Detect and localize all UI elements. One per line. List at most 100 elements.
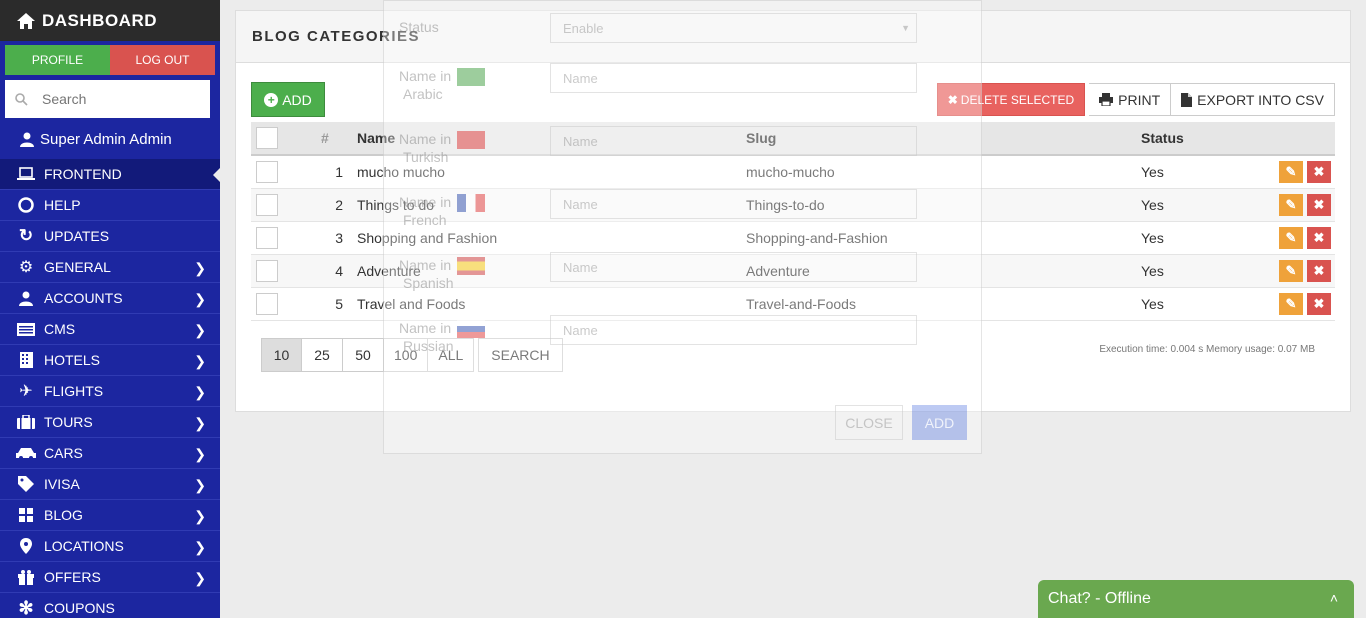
row-name: Adventure	[357, 254, 746, 288]
plus-circle-icon: +	[264, 92, 279, 107]
select-all-checkbox[interactable]	[256, 127, 278, 149]
row-number: 1	[321, 155, 357, 189]
building-icon	[16, 352, 36, 368]
row-slug: Travel-and-Foods	[746, 287, 1141, 321]
sidebar-item-help[interactable]: HELP	[0, 190, 220, 221]
dashboard-header[interactable]: DASHBOARD	[0, 0, 220, 41]
page-size-50[interactable]: 50	[343, 338, 384, 372]
row-checkbox[interactable]	[256, 226, 278, 249]
column-num: #	[321, 122, 357, 156]
row-status: Yes	[1141, 155, 1271, 189]
sidebar-item-accounts[interactable]: ACCOUNTS ❯	[0, 283, 220, 314]
panel-title: BLOG CATEGORIES	[236, 11, 1350, 63]
sidebar-item-offers[interactable]: OFFERS ❯	[0, 562, 220, 593]
sidebar-item-hotels[interactable]: HOTELS ❯	[0, 345, 220, 376]
row-name: Shopping and Fashion	[357, 221, 746, 255]
chevron-right-icon: ❯	[194, 446, 206, 462]
delete-icon[interactable]: ✖	[1307, 292, 1331, 315]
sidebar-item-label: HELP	[44, 197, 81, 213]
edit-icon[interactable]: ✎	[1279, 193, 1303, 216]
sidebar-item-frontend[interactable]: FRONTEND	[0, 159, 220, 190]
sidebar-item-general[interactable]: ⚙ GENERAL ❯	[0, 252, 220, 283]
search-button[interactable]: SEARCH	[478, 338, 563, 372]
delete-selected-label: DELETE SELECTED	[960, 92, 1075, 107]
suitcase-icon	[16, 414, 36, 430]
lifebuoy-icon	[16, 197, 36, 213]
chat-label: Chat? - Offline	[1048, 590, 1151, 607]
search-input[interactable]	[42, 91, 192, 107]
page-size-all[interactable]: ALL	[428, 338, 475, 372]
sidebar-item-flights[interactable]: ✈ FLIGHTS ❯	[0, 376, 220, 407]
row-slug: Shopping-and-Fashion	[746, 221, 1141, 255]
edit-icon[interactable]: ✎	[1279, 160, 1303, 183]
logout-button[interactable]: LOG OUT	[110, 45, 215, 75]
chevron-up-icon: ˄	[1329, 590, 1338, 606]
page-size-100[interactable]: 100	[384, 338, 429, 372]
sidebar-item-ivisa[interactable]: IVISA ❯	[0, 469, 220, 500]
sidebar-item-label: UPDATES	[44, 228, 110, 244]
column-name[interactable]: Name	[357, 122, 746, 156]
row-checkbox[interactable]	[256, 193, 278, 216]
sidebar: DASHBOARD PROFILE LOG OUT Super Admin Ad…	[0, 0, 220, 618]
page-size-10[interactable]: 10	[261, 338, 302, 372]
sidebar-item-label: CMS	[44, 321, 76, 337]
user-icon	[16, 290, 36, 306]
table-header-row: # Name Slug Status	[251, 122, 1335, 156]
column-status[interactable]: Status	[1141, 122, 1271, 156]
printer-icon	[1099, 93, 1114, 106]
sidebar-item-cms[interactable]: CMS ❯	[0, 314, 220, 345]
edit-icon[interactable]: ✎	[1279, 259, 1303, 282]
sidebar-item-label: FLIGHTS	[44, 383, 104, 399]
row-checkbox[interactable]	[256, 292, 278, 315]
map-marker-icon	[16, 538, 36, 554]
chevron-right-icon: ❯	[194, 353, 206, 369]
delete-icon[interactable]: ✖	[1307, 226, 1331, 249]
edit-icon[interactable]: ✎	[1279, 292, 1303, 315]
chat-widget[interactable]: Chat? - Offline ˄	[1038, 580, 1354, 618]
search-icon	[15, 92, 28, 106]
categories-table: # Name Slug Status 1 mucho mucho mucho-m…	[251, 122, 1335, 321]
sidebar-item-label: FRONTEND	[44, 166, 122, 182]
close-icon: ✖	[947, 92, 958, 107]
row-checkbox[interactable]	[256, 160, 278, 183]
print-label: PRINT	[1118, 91, 1161, 108]
page-size-25[interactable]: 25	[302, 338, 343, 372]
export-csv-button[interactable]: EXPORT INTO CSV	[1171, 83, 1335, 116]
user-name: Super Admin Admin	[40, 130, 172, 148]
delete-icon[interactable]: ✖	[1307, 259, 1331, 282]
sidebar-item-label: ACCOUNTS	[44, 290, 123, 306]
user-info[interactable]: Super Admin Admin	[0, 119, 220, 159]
row-checkbox[interactable]	[256, 259, 278, 282]
table-row: 2 Things to do Things-to-do Yes ✎ ✖	[251, 188, 1335, 222]
tag-icon	[16, 476, 36, 492]
table-row: 5 Travel and Foods Travel-and-Foods Yes …	[251, 287, 1335, 321]
row-number: 2	[321, 188, 357, 222]
delete-selected-button[interactable]: ✖ DELETE SELECTED	[936, 83, 1086, 116]
sidebar-item-blog[interactable]: BLOG ❯	[0, 500, 220, 531]
sidebar-item-label: GENERAL	[44, 259, 111, 275]
delete-icon[interactable]: ✖	[1307, 193, 1331, 216]
sidebar-item-tours[interactable]: TOURS ❯	[0, 407, 220, 438]
sidebar-item-label: HOTELS	[44, 352, 101, 368]
edit-icon[interactable]: ✎	[1279, 226, 1303, 249]
profile-button[interactable]: PROFILE	[5, 45, 110, 75]
row-name: mucho mucho	[357, 155, 746, 189]
row-name: Things to do	[357, 188, 746, 222]
add-button[interactable]: + ADD	[251, 82, 325, 117]
sidebar-item-coupons[interactable]: ✻ COUPONS	[0, 593, 220, 618]
blog-categories-panel: BLOG CATEGORIES + ADD ✖ DELETE SELECTED …	[235, 10, 1351, 412]
export-label: EXPORT INTO CSV	[1197, 91, 1324, 108]
chevron-right-icon: ❯	[194, 539, 206, 555]
sidebar-item-updates[interactable]: ↻ UPDATES	[0, 221, 220, 252]
print-button[interactable]: PRINT	[1089, 83, 1172, 116]
sidebar-item-cars[interactable]: CARS ❯	[0, 438, 220, 469]
column-slug[interactable]: Slug	[746, 122, 1141, 156]
home-icon	[17, 12, 35, 29]
delete-icon[interactable]: ✖	[1307, 160, 1331, 183]
sidebar-item-locations[interactable]: LOCATIONS ❯	[0, 531, 220, 562]
chevron-right-icon: ❯	[194, 291, 206, 307]
add-label: ADD	[282, 91, 312, 108]
sidebar-item-label: TOURS	[44, 414, 93, 430]
gears-icon: ⚙	[18, 259, 34, 276]
refresh-icon: ↻	[18, 226, 34, 245]
